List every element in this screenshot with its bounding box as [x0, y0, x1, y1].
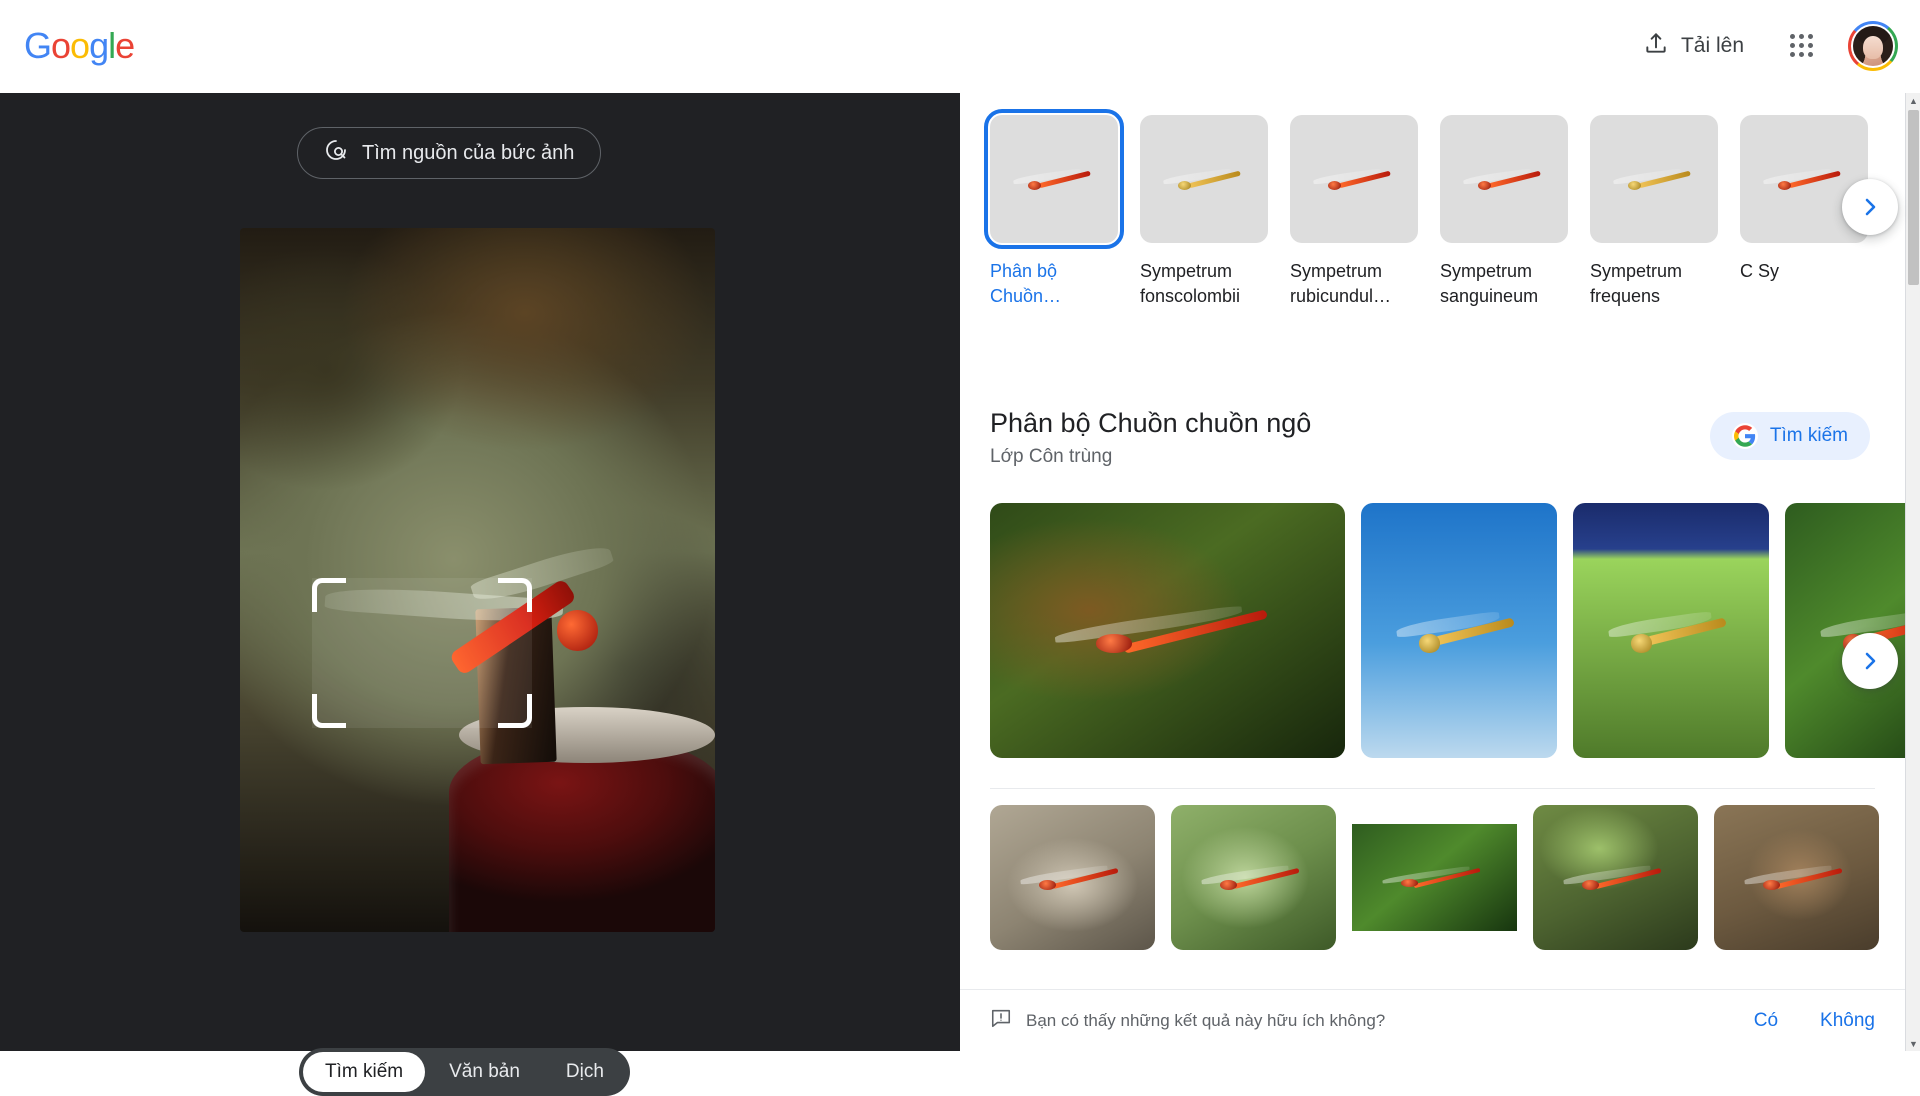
species-chip-label: Sympetrum frequens: [1590, 261, 1683, 306]
dragonfly-shape: [1553, 863, 1675, 898]
result-title: Phân bộ Chuồn chuồn ngô: [990, 408, 1312, 438]
mode-tab-0[interactable]: Tìm kiếm: [303, 1052, 426, 1092]
species-chip-thumbnail: [1290, 115, 1418, 243]
google-search-label: Tìm kiếm: [1769, 425, 1848, 446]
scroll-down-arrow[interactable]: ▼: [1906, 1036, 1920, 1051]
related-species-strip[interactable]: Phân bộ Chuồn… Sympetrum fonscolombii Symp…: [960, 93, 1905, 378]
logo-letter: o: [70, 25, 90, 66]
lens-image-panel: Tìm nguồn của bức ảnh Tìm kiếm Văn bản Dịc…: [0, 93, 960, 1096]
species-chip-label: Sympetrum fonscolombii: [1140, 261, 1241, 306]
dragonfly-shape: [1755, 166, 1850, 197]
logo-letter: e: [115, 25, 135, 66]
upload-button[interactable]: Tải lên: [1631, 22, 1756, 70]
dragonfly-shape: [1305, 166, 1400, 197]
feedback-bar: Bạn có thấy những kết quả này hữu ích kh…: [960, 989, 1905, 1051]
more-result-image-3[interactable]: [1533, 805, 1698, 950]
google-search-button[interactable]: Tìm kiếm: [1709, 412, 1870, 460]
species-chip-label: C Sy: [1740, 261, 1780, 281]
uploaded-image[interactable]: [240, 228, 715, 932]
species-chip-thumbnail: [1140, 115, 1268, 243]
upload-label: Tải lên: [1680, 34, 1744, 57]
feedback-no-button[interactable]: Không: [1820, 1010, 1875, 1032]
species-chip-5[interactable]: C Sy: [1740, 115, 1868, 378]
find-image-source-label: Tìm nguồn của bức ảnh: [362, 141, 575, 164]
species-chip-label: Phân bộ Chuồn…: [990, 261, 1062, 306]
feedback-yes-button[interactable]: Có: [1754, 1010, 1778, 1032]
result-image-1[interactable]: [1361, 503, 1557, 758]
dragonfly-shape: [1033, 605, 1296, 666]
more-result-image-4[interactable]: [1714, 805, 1879, 950]
chip-strip-next-button[interactable]: [1842, 179, 1898, 235]
lens-mode-tabs: Tìm kiếm Văn bản Dịch: [299, 1048, 630, 1096]
dragonfly-shape: [1191, 863, 1313, 898]
species-chip-4[interactable]: Sympetrum frequens: [1590, 115, 1718, 378]
species-chip-thumbnail: [1590, 115, 1718, 243]
logo-letter: g: [89, 25, 109, 66]
logo-letter: o: [51, 25, 71, 66]
apps-grid-icon[interactable]: [1782, 26, 1822, 66]
dragonfly-shape: [1155, 166, 1250, 197]
species-chip-label: Sympetrum sanguineum: [1440, 261, 1539, 306]
find-image-source-button[interactable]: Tìm nguồn của bức ảnh: [297, 127, 602, 179]
species-chip-label: Sympetrum rubicundul…: [1290, 261, 1392, 306]
species-chip-2[interactable]: Sympetrum rubicundul…: [1290, 115, 1418, 378]
logo-letter: G: [24, 25, 52, 66]
feedback-question: Bạn có thấy những kết quả này hữu ích kh…: [1026, 1010, 1386, 1030]
scrollbar-thumb[interactable]: [1908, 110, 1919, 285]
result-image-0[interactable]: [990, 503, 1345, 758]
upload-icon: [1643, 30, 1669, 62]
account-avatar[interactable]: [1848, 21, 1898, 71]
mode-tab-1[interactable]: Văn bản: [427, 1052, 542, 1092]
dragonfly-shape: [1010, 863, 1132, 898]
species-chip-thumbnail: [1440, 115, 1568, 243]
google-g-icon: [1731, 423, 1758, 449]
more-result-image-1[interactable]: [1171, 805, 1336, 950]
chevron-right-icon: [1858, 195, 1882, 219]
species-chip-0[interactable]: Phân bộ Chuồn…: [984, 109, 1124, 378]
more-results-row[interactable]: [990, 805, 1905, 975]
result-image-2[interactable]: [1573, 503, 1769, 758]
dragonfly-subject: [307, 524, 621, 679]
dragonfly-shape: [1605, 166, 1700, 197]
inner-image: [1352, 823, 1517, 932]
more-result-image-2[interactable]: [1352, 805, 1517, 950]
species-chip-1[interactable]: Sympetrum fonscolombii: [1140, 115, 1268, 378]
more-result-image-0[interactable]: [990, 805, 1155, 950]
mug-shape: [449, 734, 715, 932]
mode-tab-2[interactable]: Dịch: [544, 1052, 626, 1092]
result-image-3[interactable]: [1785, 503, 1905, 758]
dragonfly-shape: [1455, 166, 1550, 197]
result-images-next-button[interactable]: [1842, 633, 1898, 689]
chevron-right-icon: [1858, 649, 1882, 673]
feedback-icon: [990, 1007, 1012, 1034]
vertical-scrollbar[interactable]: ▲ ▼: [1905, 93, 1920, 1051]
dragonfly-shape: [1734, 863, 1856, 898]
dragonfly-shape: [1372, 866, 1494, 893]
result-header: Phân bộ Chuồn chuồn ngô Lớp Côn trùng Tì…: [990, 406, 1870, 468]
result-subtitle: Lớp Côn trùng: [990, 446, 1113, 467]
lens-results-panel: Phân bộ Chuồn… Sympetrum fonscolombii Symp…: [960, 93, 1920, 1051]
species-chip-3[interactable]: Sympetrum sanguineum: [1440, 115, 1568, 378]
dragonfly-shape: [1385, 605, 1530, 666]
section-divider: [990, 788, 1875, 789]
google-logo[interactable]: Google: [24, 25, 135, 67]
lens-search-icon: [324, 138, 348, 168]
dragonfly-shape: [1597, 605, 1742, 666]
dragonfly-shape: [1005, 166, 1100, 197]
app-header: Google Tải lên: [0, 0, 1920, 93]
header-actions: Tải lên: [1631, 21, 1898, 71]
species-chip-thumbnail: [984, 109, 1124, 249]
result-images-row[interactable]: [990, 503, 1905, 768]
feedback-actions: Có Không: [1754, 1010, 1875, 1032]
scroll-up-arrow[interactable]: ▲: [1906, 93, 1920, 108]
